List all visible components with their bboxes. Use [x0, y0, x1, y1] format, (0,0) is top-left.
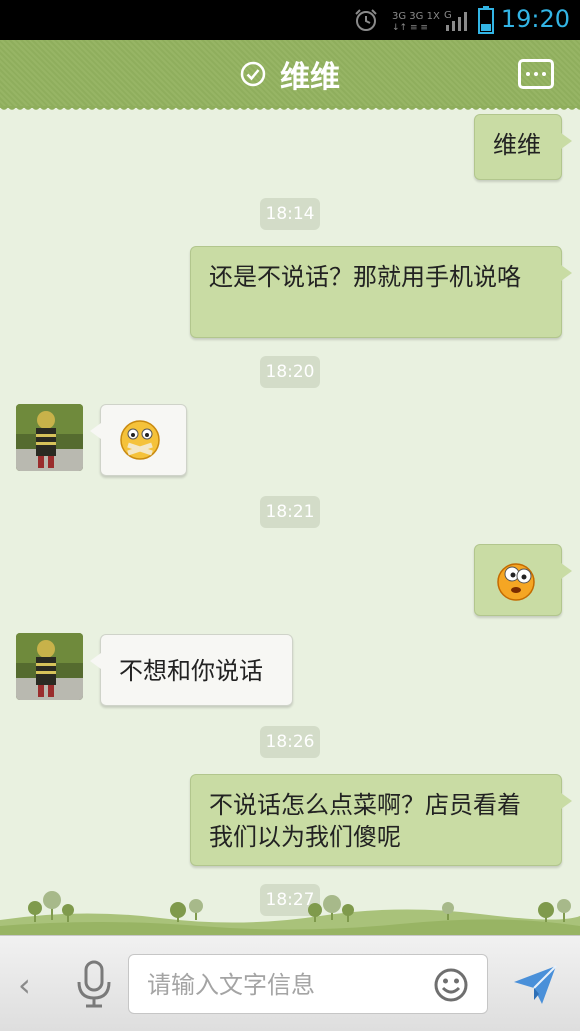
timestamp: 18:14 — [260, 198, 320, 230]
message-bubble-incoming[interactable]: 不想和你说话 — [90, 634, 293, 706]
message-text: 不想和你说话 — [119, 657, 263, 685]
message-text: 不说话怎么点菜啊？店员看着我们以为我们傻呢 — [209, 791, 521, 851]
smiley-icon[interactable] — [433, 967, 469, 1003]
message-bubble-incoming[interactable] — [90, 404, 187, 476]
message-text: 维维 — [493, 131, 541, 159]
message-bubble-outgoing[interactable] — [474, 544, 572, 616]
clock: 19:20 — [500, 5, 570, 33]
microphone-icon[interactable] — [72, 958, 116, 1010]
composer-bar: ‹ — [0, 935, 580, 1031]
message-input-box[interactable] — [128, 954, 488, 1014]
svg-text:↓↑ ≡ ≡: ↓↑ ≡ ≡ — [392, 23, 428, 32]
surprised-emoji — [497, 563, 535, 601]
contact-avatar[interactable] — [16, 633, 83, 700]
verified-check-icon — [240, 61, 266, 87]
status-bar: 3G 3G 1X ↓↑ ≡ ≡ G 19:20 — [0, 0, 580, 40]
message-bubble-outgoing[interactable]: 维维 — [474, 114, 572, 180]
message-bubble-outgoing[interactable]: 还是不说话？那就用手机说咯 — [190, 246, 572, 338]
message-bubble-outgoing[interactable]: 不说话怎么点菜啊？店员看着我们以为我们傻呢 — [190, 774, 572, 866]
timestamp: 18:20 — [260, 356, 320, 388]
scenery-decoration — [0, 891, 580, 940]
mouth-taped-emoji — [120, 420, 160, 460]
more-menu-icon — [526, 72, 530, 76]
battery-icon — [478, 6, 494, 34]
more-menu-button[interactable] — [518, 59, 554, 89]
send-icon[interactable] — [512, 962, 558, 1006]
back-chevron-icon[interactable]: ‹ — [18, 966, 31, 1004]
svg-text:G: G — [444, 10, 452, 21]
timestamp: 18:26 — [260, 726, 320, 758]
message-input[interactable] — [147, 965, 417, 1005]
message-list[interactable]: 维维 18:14 还是不说话？那就用手机说咯 18:20 18:21 不想和你说… — [0, 108, 580, 938]
network-type-icon: 3G 3G 1X ↓↑ ≡ ≡ — [392, 11, 440, 32]
alarm-icon — [355, 9, 377, 31]
message-text: 还是不说话？那就用手机说咯 — [209, 263, 521, 291]
chat-header: 维维 — [0, 40, 580, 114]
svg-text:3G 3G 1X: 3G 3G 1X — [392, 11, 440, 22]
signal-icon: G — [444, 10, 467, 31]
contact-name-title: 维维 — [280, 60, 340, 95]
timestamp: 18:21 — [260, 496, 320, 528]
contact-avatar[interactable] — [16, 404, 83, 471]
